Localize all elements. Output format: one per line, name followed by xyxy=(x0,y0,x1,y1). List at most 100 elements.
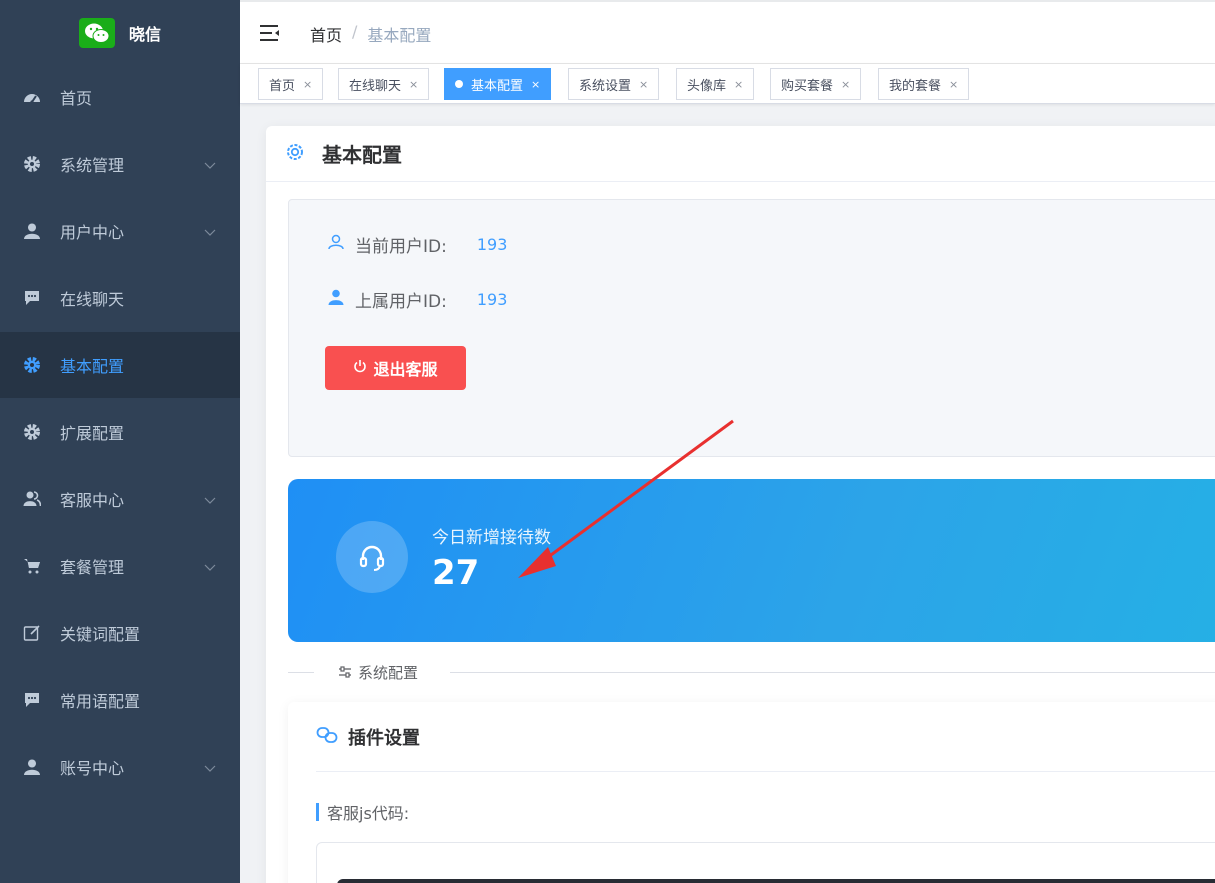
tag-label: 头像库 xyxy=(687,78,727,94)
power-icon xyxy=(353,359,367,378)
gear-icon xyxy=(22,355,42,375)
sidebar-item-5[interactable]: 扩展配置 xyxy=(0,399,240,465)
logout-service-button[interactable]: 退出客服 xyxy=(325,346,466,390)
sidebar-item-10[interactable]: 账号中心 xyxy=(0,734,240,800)
today-reception-stat-card: 今日新增接待数 27 xyxy=(288,479,1215,642)
settings-icon xyxy=(284,141,306,167)
breadcrumb-current: 基本配置 xyxy=(367,26,432,45)
gear-icon xyxy=(22,154,42,174)
sidebar-item-label: 常用语配置 xyxy=(60,692,141,711)
tag-4[interactable]: 头像库 × xyxy=(676,68,755,100)
sidebar-item-9[interactable]: 常用语配置 xyxy=(0,667,240,733)
plugin-settings-card: 插件设置 客服js代码: xyxy=(288,702,1215,883)
sidebar-item-7[interactable]: 套餐管理 xyxy=(0,533,240,599)
stat-value: 27 xyxy=(432,553,480,593)
close-icon[interactable]: × xyxy=(734,78,743,91)
card-header: 基本配置 xyxy=(266,126,1215,182)
current-user-row: 当前用户ID: 193 xyxy=(327,232,507,257)
sidebar-item-1[interactable]: 系统管理 xyxy=(0,131,240,197)
tag-label: 在线聊天 xyxy=(349,78,402,94)
divider-line-right xyxy=(450,672,1215,673)
sidebar-item-label: 套餐管理 xyxy=(60,558,125,577)
tag-6[interactable]: 我的套餐 × xyxy=(878,68,970,100)
parent-user-label: 上属用户ID: xyxy=(355,292,447,312)
link-icon xyxy=(316,725,338,749)
hamburger-menu-icon[interactable] xyxy=(260,24,280,42)
sidebar-item-label: 关键词配置 xyxy=(60,625,141,644)
sidebar-item-label: 首页 xyxy=(60,89,93,108)
tag-label: 购买套餐 xyxy=(781,78,834,94)
app-logo[interactable]: 晓信 xyxy=(0,0,240,66)
users-icon xyxy=(22,489,42,509)
sidebar-item-label: 扩展配置 xyxy=(60,424,125,443)
stat-label: 今日新增接待数 xyxy=(432,528,551,548)
close-icon[interactable]: × xyxy=(841,78,850,91)
js-code-box[interactable] xyxy=(316,842,1215,883)
parent-user-value: 193 xyxy=(476,290,508,309)
sidebar-item-label: 客服中心 xyxy=(60,491,125,510)
tag-5[interactable]: 购买套餐 × xyxy=(770,68,862,100)
user-solid-icon xyxy=(327,288,345,311)
user-icon xyxy=(22,757,42,777)
dashboard-icon xyxy=(22,87,42,107)
tag-label: 我的套餐 xyxy=(889,78,942,94)
divider-label: 系统配置 xyxy=(338,662,418,683)
divider-line-left xyxy=(288,672,314,673)
user-outline-icon xyxy=(327,233,345,256)
js-code-label-row: 客服js代码: xyxy=(316,800,409,824)
plugin-header: 插件设置 xyxy=(316,702,1215,772)
section-divider: 系统配置 xyxy=(288,660,1215,684)
sliders-icon xyxy=(338,664,352,682)
sidebar: 晓信 首页系统管理用户中心在线聊天基本配置扩展配置客服中心套餐管理关键词配置常用… xyxy=(0,0,240,883)
close-icon[interactable]: × xyxy=(409,78,418,91)
close-icon[interactable]: × xyxy=(639,78,648,91)
close-icon[interactable]: × xyxy=(303,78,312,91)
sidebar-item-label: 在线聊天 xyxy=(60,290,125,309)
sidebar-item-0[interactable]: 首页 xyxy=(0,64,240,130)
wechat-icon xyxy=(78,18,115,48)
sidebar-item-8[interactable]: 关键词配置 xyxy=(0,600,240,666)
top-navbar: 首页 / 基本配置 xyxy=(240,0,1215,64)
logout-button-label: 退出客服 xyxy=(373,362,438,379)
breadcrumb-separator: / xyxy=(352,22,358,41)
sidebar-item-4[interactable]: 基本配置 xyxy=(0,332,240,398)
user-info-panel: 当前用户ID: 193 上属用户ID: 193 退出客服 xyxy=(288,199,1215,457)
chevron-down-icon xyxy=(204,758,216,777)
code-editor[interactable] xyxy=(337,879,1215,883)
sidebar-item-6[interactable]: 客服中心 xyxy=(0,466,240,532)
sidebar-item-3[interactable]: 在线聊天 xyxy=(0,265,240,331)
app-name: 晓信 xyxy=(128,25,161,44)
sidebar-item-label: 账号中心 xyxy=(60,759,125,778)
sidebar-item-2[interactable]: 用户中心 xyxy=(0,198,240,264)
sidebar-item-label: 系统管理 xyxy=(60,156,125,175)
close-icon[interactable]: × xyxy=(531,78,540,91)
tag-2[interactable]: 基本配置 × xyxy=(444,68,552,100)
cart-icon xyxy=(22,556,42,576)
sidebar-item-label: 基本配置 xyxy=(60,357,125,376)
chevron-down-icon xyxy=(204,490,216,509)
active-dot-icon xyxy=(455,80,463,88)
divider-text: 系统配置 xyxy=(358,664,419,682)
close-icon[interactable]: × xyxy=(949,78,958,91)
plugin-title: 插件设置 xyxy=(348,727,420,749)
chat-icon xyxy=(22,690,42,710)
chat-icon xyxy=(22,288,42,308)
label-accent-bar xyxy=(316,803,319,821)
chevron-down-icon xyxy=(204,155,216,174)
current-user-label: 当前用户ID: xyxy=(355,237,447,257)
sidebar-item-label: 用户中心 xyxy=(60,223,125,242)
tag-3[interactable]: 系统设置 × xyxy=(568,68,660,100)
chevron-down-icon xyxy=(204,557,216,576)
tag-label: 系统设置 xyxy=(579,78,632,94)
tag-0[interactable]: 首页 × xyxy=(258,68,324,100)
js-code-label: 客服js代码: xyxy=(327,804,410,823)
parent-user-row: 上属用户ID: 193 xyxy=(327,287,507,312)
current-user-value: 193 xyxy=(476,235,508,254)
edit-icon xyxy=(22,623,42,643)
tags-view: 首页 × 在线聊天 × 基本配置 × 系统设置 × 头像库 × 购买套餐 × 我的套餐 × xyxy=(240,64,1215,104)
breadcrumb-home[interactable]: 首页 xyxy=(310,22,342,46)
tag-1[interactable]: 在线聊天 × xyxy=(338,68,430,100)
user-icon xyxy=(22,221,42,241)
headset-icon xyxy=(336,521,408,593)
tag-label: 首页 xyxy=(269,78,296,94)
